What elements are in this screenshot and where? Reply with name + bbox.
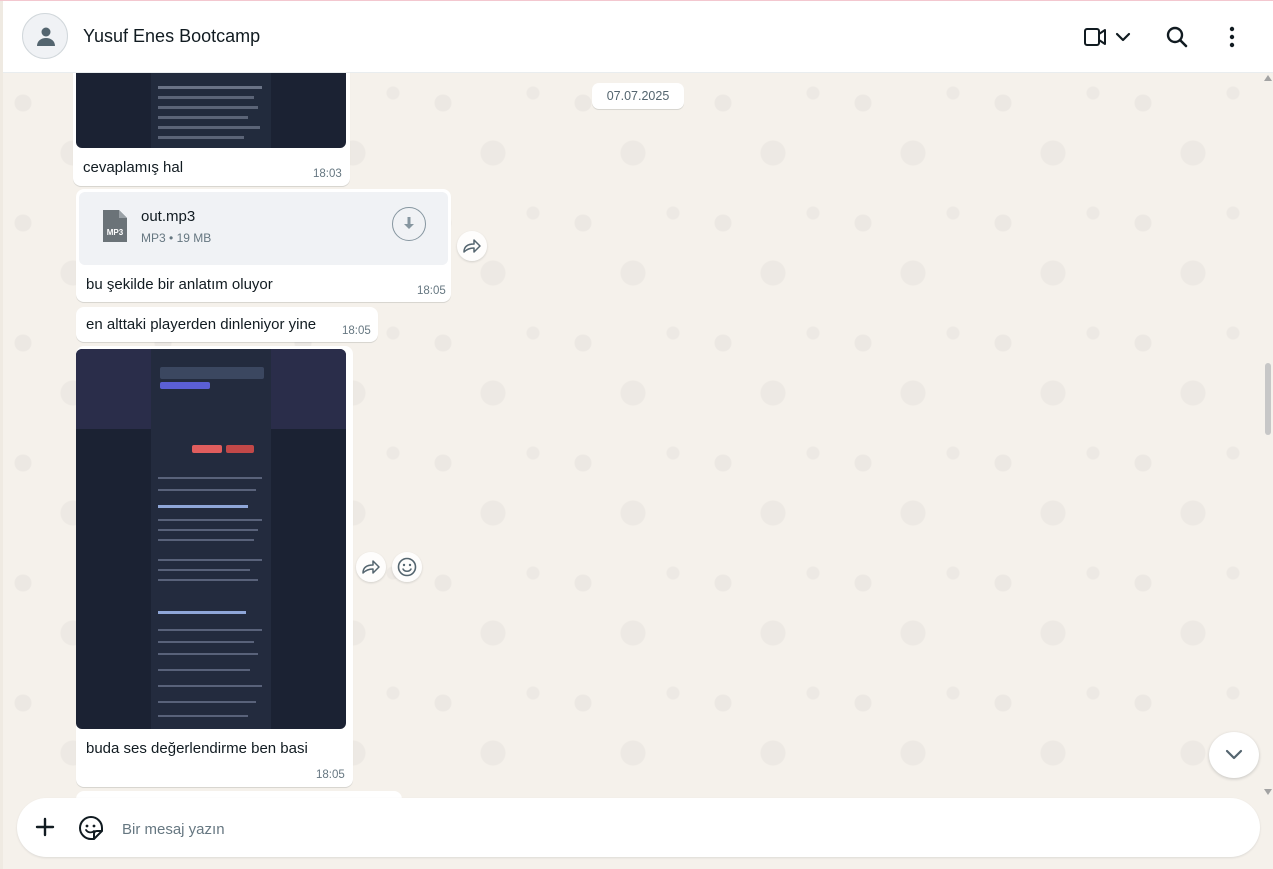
message-caption: buda ses değerlendirme ben basi <box>86 740 308 757</box>
message-text: en alttaki playerden dinleniyor yine <box>86 316 317 333</box>
sticker-icon[interactable] <box>78 815 104 841</box>
scroll-down-arrow-icon[interactable] <box>1264 789 1272 795</box>
message-image[interactable] <box>76 349 346 729</box>
message-time: 18:05 <box>342 325 371 337</box>
forward-button[interactable] <box>457 231 487 261</box>
mp3-file-icon: MP3 <box>103 210 127 242</box>
contact-name[interactable]: Yusuf Enes Bootcamp <box>83 26 260 47</box>
document-file-name: out.mp3 <box>141 208 196 225</box>
emoji-icon <box>397 557 417 577</box>
message-caption: cevaplamış hal <box>83 159 184 176</box>
meta-dot: • <box>169 231 177 245</box>
avatar[interactable] <box>22 13 68 59</box>
chat-scrollbar[interactable] <box>1263 73 1273 798</box>
document-file-type: MP3 <box>141 231 166 245</box>
more-vertical-icon[interactable] <box>1220 23 1244 51</box>
message-input[interactable] <box>120 811 1224 847</box>
message-bubble-document[interactable]: MP3 out.mp3 MP3 • 19 MB bu şekilde bir a… <box>76 189 451 302</box>
forward-button[interactable] <box>356 552 386 582</box>
download-button[interactable] <box>392 207 426 241</box>
chat-header: Yusuf Enes Bootcamp <box>3 1 1273 73</box>
chevron-down-icon[interactable] <box>1115 23 1131 51</box>
message-time: 18:05 <box>316 769 345 781</box>
chevron-down-icon <box>1225 749 1243 760</box>
message-bubble-partial <box>76 791 402 798</box>
avatar-icon <box>37 27 55 46</box>
search-icon[interactable] <box>1165 23 1189 51</box>
message-caption: bu şekilde bir anlatım oluyor <box>86 276 273 293</box>
chat-messages-area: 07.07.2025 cevaplamış hal 18:03 MP3 out.… <box>3 73 1273 798</box>
message-time: 18:05 <box>417 285 446 297</box>
scroll-thumb[interactable] <box>1265 363 1271 435</box>
file-ext-label: MP3 <box>107 228 124 237</box>
scroll-up-arrow-icon[interactable] <box>1264 75 1272 81</box>
document-file-meta: MP3 • 19 MB <box>141 231 211 245</box>
download-icon <box>404 217 414 229</box>
message-bubble-image[interactable]: cevaplamış hal 18:03 <box>73 73 350 186</box>
forward-icon <box>463 239 481 253</box>
document-card[interactable]: MP3 out.mp3 MP3 • 19 MB <box>79 192 448 265</box>
message-time: 18:03 <box>313 168 342 180</box>
react-button[interactable] <box>392 552 422 582</box>
scroll-to-bottom-button[interactable] <box>1209 732 1259 778</box>
message-image[interactable] <box>76 73 346 148</box>
forward-icon <box>362 560 380 574</box>
date-separator: 07.07.2025 <box>592 83 684 109</box>
message-bubble-text[interactable]: en alttaki playerden dinleniyor yine 18:… <box>76 307 378 342</box>
message-bubble-image[interactable]: buda ses değerlendirme ben basi 18:05 <box>76 346 353 787</box>
plus-icon[interactable] <box>35 817 55 837</box>
video-call-icon[interactable] <box>1083 23 1107 51</box>
document-file-size: 19 MB <box>176 231 212 245</box>
